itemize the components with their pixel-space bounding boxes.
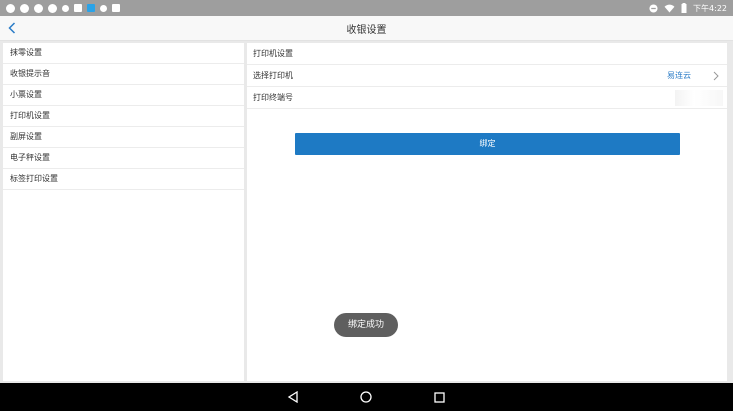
printer-settings-panel: 打印机设置 选择打印机 易连云 打印终端号	[247, 43, 727, 381]
terminal-number-label: 打印终端号	[253, 93, 293, 102]
wifi-icon	[664, 4, 675, 13]
system-icons: 下午4:22	[649, 2, 727, 14]
qq-icon	[48, 3, 57, 13]
section-title-label: 打印机设置	[253, 49, 293, 58]
toast-message: 绑定成功	[334, 313, 398, 337]
home-circle-icon	[360, 391, 372, 403]
chevron-right-icon	[713, 71, 719, 81]
status-bar: 下午4:22	[0, 0, 733, 16]
sidebar-item-label-print[interactable]: 标签打印设置	[3, 169, 244, 190]
app-header: 收银设置	[0, 16, 733, 41]
terminal-number-row: 打印终端号	[247, 87, 727, 109]
terminal-number-field[interactable]	[675, 90, 723, 106]
do-not-disturb-icon	[649, 3, 658, 13]
page-title: 收银设置	[346, 25, 387, 36]
select-printer-value: 易连云	[667, 71, 691, 80]
battery-icon	[681, 3, 687, 13]
bind-button[interactable]: 绑定	[295, 133, 680, 155]
recents-square-icon	[433, 391, 445, 403]
sidebar-item-checkout-sound[interactable]: 收银提示音	[3, 64, 244, 85]
notification-icons	[6, 3, 120, 13]
qq-icon	[20, 3, 29, 13]
settings-icon	[100, 4, 107, 12]
sidebar-item-printer[interactable]: 打印机设置	[3, 106, 244, 127]
status-time: 下午4:22	[693, 3, 727, 13]
download-icon	[112, 4, 120, 12]
nav-recents-button[interactable]	[431, 389, 447, 405]
nav-home-button[interactable]	[358, 389, 374, 405]
select-printer-row[interactable]: 选择打印机 易连云	[247, 65, 727, 87]
sidebar-item-scale[interactable]: 电子秤设置	[3, 148, 244, 169]
app-icon	[87, 4, 95, 12]
select-printer-label: 选择打印机	[253, 71, 293, 80]
image-icon	[74, 4, 82, 12]
sidebar-item-secondary-screen[interactable]: 副屏设置	[3, 127, 244, 148]
sidebar-item-receipt[interactable]: 小票设置	[3, 85, 244, 106]
nav-back-button[interactable]	[285, 389, 301, 405]
section-title: 打印机设置	[247, 43, 727, 65]
sidebar-item-rounding[interactable]: 抹零设置	[3, 43, 244, 64]
dot-icon	[62, 4, 69, 12]
settings-sidebar: 抹零设置 收银提示音 小票设置 打印机设置 副屏设置 电子秤设置 标签打印设置	[3, 43, 244, 381]
qq-icon	[34, 3, 43, 13]
navigation-bar	[0, 383, 733, 411]
back-triangle-icon	[287, 391, 298, 403]
qq-icon	[6, 3, 15, 13]
